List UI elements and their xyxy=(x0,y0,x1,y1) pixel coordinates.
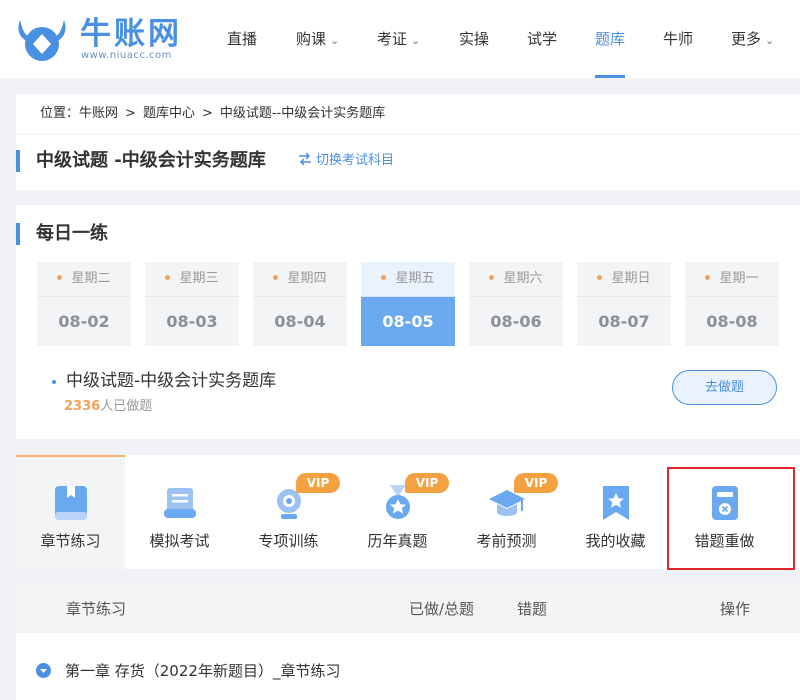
vip-badge: VIP xyxy=(296,473,340,493)
dot-icon xyxy=(165,275,171,280)
dot-icon xyxy=(273,275,279,280)
daily-practice-title: 每日一练 xyxy=(36,223,108,244)
tab-past-papers[interactable]: VIP 历年真题 xyxy=(343,455,452,569)
breadcrumb-home[interactable]: 牛账网 xyxy=(79,106,118,121)
chevron-down-icon: ⌄ xyxy=(330,34,340,47)
vip-badge: VIP xyxy=(514,473,558,493)
site-header: 牛账网 www.niuacc.com 直播 购课 ⌄ 考证 ⌄ 实操 试学 题库 牛… xyxy=(0,0,800,78)
table-row[interactable]: 第一章 存货（2022年新题目）_章节练习 xyxy=(65,660,340,682)
column-header-chapter: 章节练习 xyxy=(66,600,127,618)
brand-url: www.niuacc.com xyxy=(81,50,172,61)
divider xyxy=(16,134,800,135)
chapter-table: 章节练习 已做/总题 错题 操作 第一章 存货（2022年新题目）_章节练习 xyxy=(16,585,800,700)
bookmark-star-icon xyxy=(602,486,629,520)
vip-badge: VIP xyxy=(405,473,449,493)
nav-item-trial[interactable]: 试学 xyxy=(527,0,557,78)
book-icon xyxy=(54,486,87,520)
nav-item-practice[interactable]: 实操 xyxy=(459,0,489,78)
title-accent-bar xyxy=(16,223,20,245)
exercise-count: 2336人已做题 xyxy=(64,399,153,414)
scroll-icon xyxy=(163,488,196,518)
breadcrumb-current: 中级试题--中级会计实务题库 xyxy=(219,106,386,121)
column-header-wrong: 错题 xyxy=(517,600,548,618)
dot-icon xyxy=(489,275,495,280)
column-header-progress: 已做/总题 xyxy=(409,600,475,618)
daily-practice-card: 每日一练 星期二 08-02 星期三 08-03 星期四 08-04 星期五 0… xyxy=(16,205,800,439)
chevron-down-icon: ⌄ xyxy=(765,34,775,47)
breadcrumb: 位置：牛账网 > 题库中心 > 中级试题--中级会计实务题库 xyxy=(40,106,386,121)
dot-icon xyxy=(57,275,63,280)
dot-icon xyxy=(705,275,711,280)
nav-item-live[interactable]: 直播 xyxy=(227,0,257,78)
day-tab[interactable]: 星期二 08-02 xyxy=(37,262,131,346)
day-tab[interactable]: 星期日 08-07 xyxy=(577,262,671,346)
day-tab[interactable]: 星期三 08-03 xyxy=(145,262,239,346)
bull-logo-icon xyxy=(18,20,66,61)
dot-icon xyxy=(597,275,603,280)
highlight-box xyxy=(667,467,795,570)
switch-subject-link[interactable]: 切换考试科目 xyxy=(298,152,394,170)
title-card: 位置：牛账网 > 题库中心 > 中级试题--中级会计实务题库 中级试题 -中级会计实务题… xyxy=(16,94,800,190)
page-title: 中级试题 -中级会计实务题库 xyxy=(36,150,266,171)
brand-name: 牛账网 xyxy=(80,16,182,52)
practice-mode-tabs: 章节练习 模拟考试 VIP 专项训练 VIP 历年真题 VIP 考前预测 我的收… xyxy=(16,455,800,570)
nav-item-certificate[interactable]: 考证 ⌄ xyxy=(377,0,420,78)
site-logo[interactable]: 牛账网 www.niuacc.com xyxy=(14,14,189,66)
tab-my-favorites[interactable]: 我的收藏 xyxy=(561,455,670,569)
dot-icon xyxy=(381,275,387,280)
nav-item-teachers[interactable]: 牛师 xyxy=(663,0,693,78)
column-header-action: 操作 xyxy=(720,600,751,618)
expand-arrow-icon[interactable] xyxy=(36,663,51,678)
day-tab[interactable]: 星期一 08-08 xyxy=(685,262,779,346)
bullet-icon xyxy=(52,380,56,384)
title-accent-bar xyxy=(16,150,20,172)
nav-item-question-bank[interactable]: 题库 xyxy=(595,0,626,78)
nav-item-more[interactable]: 更多 ⌄ xyxy=(731,0,774,78)
tab-pre-exam-forecast[interactable]: VIP 考前预测 xyxy=(452,455,561,569)
tab-chapter-practice[interactable]: 章节练习 xyxy=(16,455,125,569)
tab-special-training[interactable]: VIP 专项训练 xyxy=(234,455,343,569)
day-tab[interactable]: 星期六 08-06 xyxy=(469,262,563,346)
breadcrumb-question-center[interactable]: 题库中心 xyxy=(143,106,195,121)
chevron-down-icon: ⌄ xyxy=(411,34,421,47)
table-header: 章节练习 已做/总题 错题 操作 xyxy=(16,585,800,633)
exercise-title: 中级试题-中级会计实务题库 xyxy=(66,371,277,391)
switch-icon xyxy=(299,152,311,166)
day-tab[interactable]: 星期四 08-04 xyxy=(253,262,347,346)
tab-mock-exam[interactable]: 模拟考试 xyxy=(125,455,234,569)
nav-item-buy-course[interactable]: 购课 ⌄ xyxy=(296,0,339,78)
day-tab-selected[interactable]: 星期五 08-05 xyxy=(361,262,455,346)
start-exercise-button[interactable]: 去做题 xyxy=(672,370,777,405)
